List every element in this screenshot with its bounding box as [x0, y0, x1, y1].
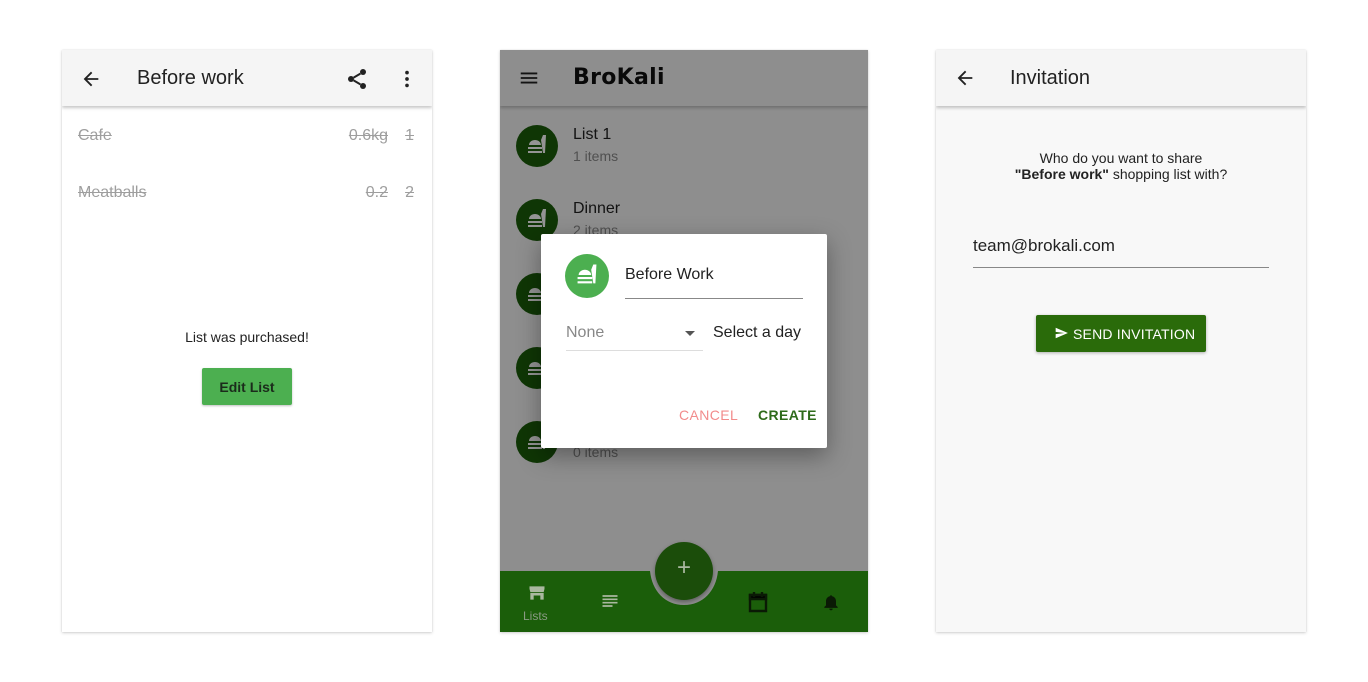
- add-icon[interactable]: +: [655, 542, 713, 600]
- invitation-screen: Invitation Who do you want to share "Bef…: [936, 50, 1306, 632]
- page-title: Invitation: [1010, 67, 1091, 89]
- email-value: team@brokali.com: [973, 236, 1115, 255]
- send-icon: [1055, 327, 1068, 339]
- list-name-value: Before Work: [625, 266, 714, 283]
- arrow-back-icon[interactable]: [954, 67, 976, 89]
- list-item[interactable]: Cafe 0.6kg 1: [78, 127, 414, 147]
- share-prompt: Who do you want to share "Before work" s…: [936, 150, 1306, 182]
- item-name: Meatballs: [78, 184, 147, 201]
- lists-screen: BroKali List 1 1 items Dinner 2 items 0: [500, 50, 868, 632]
- item-quantity: 1: [405, 127, 414, 144]
- send-invitation-button[interactable]: SEND INVITATION: [1036, 315, 1206, 352]
- arrow-back-icon[interactable]: [80, 68, 102, 90]
- fastfood-icon: [565, 254, 609, 298]
- share-prompt-line1: Who do you want to share: [1039, 150, 1203, 166]
- cancel-button[interactable]: CANCEL: [679, 407, 738, 423]
- email-field[interactable]: team@brokali.com: [973, 230, 1269, 268]
- send-invitation-label: SEND INVITATION: [1073, 326, 1196, 342]
- create-list-dialog: Before Work None Select a day CANCEL CRE…: [541, 234, 827, 448]
- fab-symbol: +: [676, 554, 691, 581]
- notes-icon[interactable]: [600, 591, 620, 611]
- share-prompt-suffix: shopping list with?: [1108, 166, 1228, 182]
- purchased-message: List was purchased!: [185, 329, 309, 345]
- day-select[interactable]: None: [566, 318, 703, 351]
- select-day-label: Select a day: [713, 324, 802, 341]
- app-bar: Invitation: [936, 50, 1306, 106]
- list-item[interactable]: Meatballs 0.2 2: [78, 184, 414, 204]
- share-icon[interactable]: [345, 67, 369, 91]
- store-icon[interactable]: [527, 583, 547, 603]
- page-title: Before work: [137, 67, 244, 89]
- create-button[interactable]: CREATE: [758, 407, 817, 423]
- day-select-value: None: [566, 324, 605, 341]
- share-list-name: "Before work": [1014, 166, 1109, 182]
- chevron-down-icon: [685, 331, 695, 336]
- more-vert-icon[interactable]: [396, 67, 418, 91]
- share-prompt-line2: "Before work" shopping list with?: [936, 166, 1306, 182]
- list-detail-screen: Before work Cafe 0.6kg 1 Meatballs 0.2 2…: [62, 50, 432, 632]
- edit-list-button[interactable]: Edit List: [202, 368, 292, 405]
- item-quantity: 2: [405, 184, 414, 201]
- calendar-icon[interactable]: [746, 590, 770, 614]
- item-amount: 0.2: [365, 184, 388, 201]
- app-bar: Before work: [62, 50, 432, 106]
- list-name-input[interactable]: Before Work: [625, 256, 803, 299]
- item-name: Cafe: [78, 127, 112, 144]
- bell-icon[interactable]: [821, 591, 841, 613]
- item-amount: 0.6kg: [348, 127, 388, 144]
- nav-label-lists[interactable]: Lists: [523, 609, 548, 623]
